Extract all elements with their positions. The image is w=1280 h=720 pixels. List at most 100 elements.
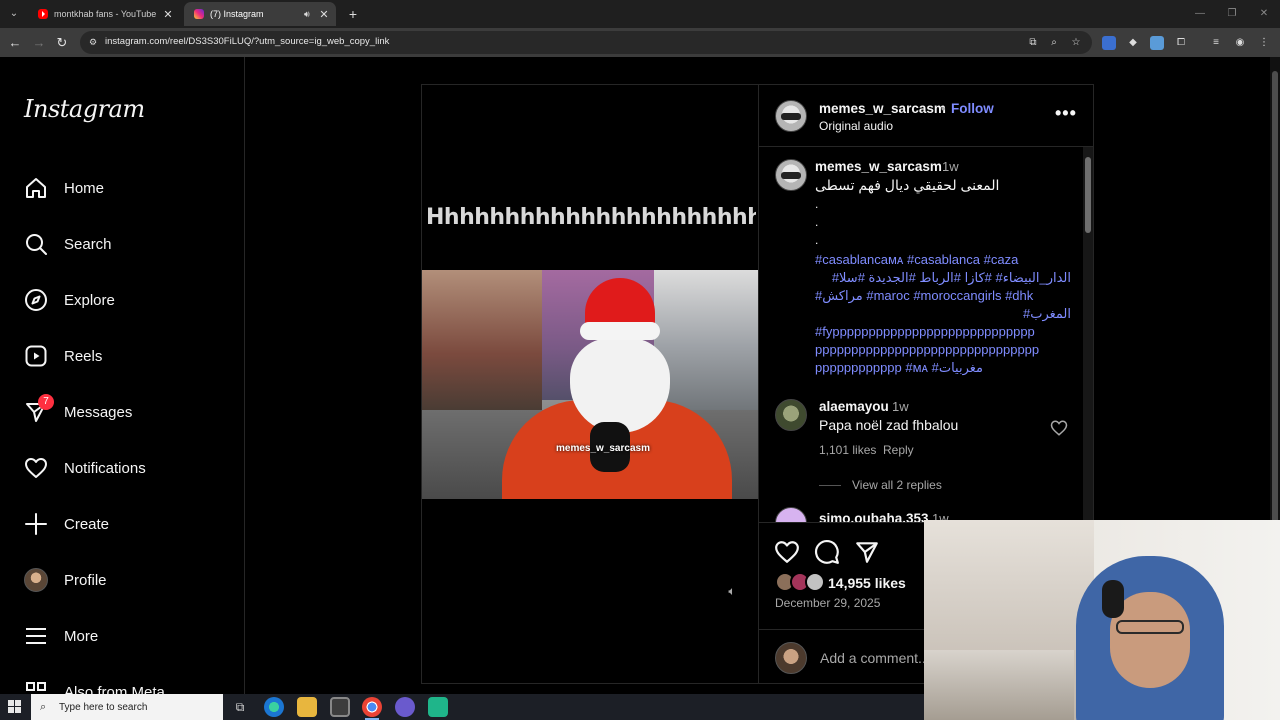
speaker-icon[interactable]: 🔊︎ [304, 9, 316, 20]
edge-icon[interactable] [264, 697, 284, 717]
hashtag-line[interactable]: المغرب# [815, 305, 1071, 323]
hashtag-line[interactable]: الدار_البيضاء# #كازا #الرباط #الجديدة #س… [815, 269, 1071, 287]
translate-extension-icon[interactable] [1102, 36, 1116, 50]
task-view-icon[interactable]: ⧉ [230, 697, 250, 717]
back-icon[interactable]: ← [5, 33, 25, 53]
sidebar-item-label: Reels [64, 347, 103, 365]
caption-dot: . [815, 215, 819, 229]
discord-icon[interactable] [395, 697, 415, 717]
close-tab-icon[interactable]: ✕ [316, 8, 332, 21]
commenter-avatar[interactable] [775, 507, 807, 522]
menu-icon [24, 624, 48, 648]
sidebar-item-profile[interactable]: Profile [24, 565, 107, 595]
forward-icon[interactable]: → [29, 33, 49, 53]
sidebar-item-label: Home [64, 179, 105, 197]
caption-avatar[interactable] [775, 159, 807, 191]
hashtag-line[interactable]: pppppppppppp #ᴍᴀ #مغربيات [815, 359, 1071, 377]
follow-button[interactable]: Follow [951, 101, 994, 116]
hashtag-line[interactable]: #مراكش #maroc #moroccangirls #dhk [815, 287, 1071, 305]
home-icon [24, 176, 48, 200]
caption-username[interactable]: memes_w_sarcasm [815, 159, 942, 174]
zoom-icon[interactable]: ⌕ [1047, 36, 1061, 50]
app-icon[interactable] [428, 697, 448, 717]
tab-title: montkhab fans - YouTube [54, 9, 157, 19]
extension-icon[interactable] [1150, 36, 1164, 50]
bookmark-star-icon[interactable]: ☆ [1069, 36, 1083, 50]
tab-youtube[interactable]: montkhab fans - YouTube ✕ [28, 2, 180, 26]
hashtag-line[interactable]: #fypppppppppppppppppppppppppppp [815, 323, 1071, 341]
audio-toggle-icon[interactable]: 🔈︎ [722, 581, 742, 601]
sidebar-item-explore[interactable]: Explore [24, 285, 115, 315]
more-options-icon[interactable]: ••• [1055, 103, 1077, 124]
like-comment-icon[interactable] [1050, 419, 1068, 437]
reload-icon[interactable]: ↻ [52, 33, 72, 53]
url-text[interactable]: instagram.com/reel/DS3S30FiLUQ/?utm_sour… [105, 36, 389, 47]
reel-video[interactable]: Hhhhhhhhhhhhhhhhhhhhhhhh memes_w_sarcasm… [421, 84, 759, 684]
tab-search-button[interactable]: ⌄ [4, 4, 24, 24]
chrome-icon[interactable] [362, 697, 382, 720]
likes-count[interactable]: 14,955 likes [828, 575, 906, 591]
sidebar-item-label: Notifications [64, 459, 146, 477]
taskbar-search-placeholder: Type here to search [59, 701, 148, 713]
windows-start-icon[interactable] [8, 700, 22, 714]
sidebar-item-messages[interactable]: 7 Messages [24, 394, 132, 427]
commenter-avatar[interactable] [775, 399, 807, 431]
sidebar-item-more[interactable]: More [24, 621, 98, 651]
youtube-icon [38, 9, 48, 19]
webcam-overlay [924, 520, 1280, 720]
author-username[interactable]: memes_w_sarcasm [819, 101, 946, 116]
extension-icon[interactable]: ◆ [1126, 36, 1140, 50]
puzzle-icon[interactable]: ⧠ [1174, 36, 1188, 50]
reply-button[interactable]: Reply [883, 443, 914, 457]
reels-icon [24, 344, 48, 368]
share-icon[interactable] [854, 539, 880, 565]
comments-section[interactable]: memes_w_sarcasm 1w المعنى لحقيقي ديال فه… [759, 147, 1093, 522]
hashtag-line[interactable]: ppppppppppppppppppppppppppppppp [815, 341, 1071, 359]
search-icon: ⌕ [40, 700, 47, 713]
profile-icon[interactable]: ◉ [1233, 36, 1247, 50]
sidebar-item-label: Create [64, 515, 110, 533]
video-frame: memes_w_sarcasm [422, 270, 759, 499]
taskbar-search[interactable]: ⌕ Type here to search [31, 694, 223, 720]
instagram-icon [194, 9, 204, 19]
close-window-button[interactable]: ✕ [1248, 0, 1280, 28]
comment-time: 1w [892, 399, 909, 414]
view-replies-button[interactable]: View all 2 replies [852, 478, 942, 492]
video-overlay-text: Hhhhhhhhhhhhhhhhhhhhhhhh [426, 205, 756, 230]
sidebar-item-home[interactable]: Home [24, 173, 104, 203]
comment-icon[interactable] [814, 539, 840, 565]
sidebar-item-search[interactable]: Search [24, 229, 112, 259]
audio-link[interactable]: Original audio [819, 119, 893, 133]
file-explorer-icon[interactable] [297, 697, 317, 717]
instagram-logo[interactable]: Instagram [24, 95, 145, 123]
restore-button[interactable]: ❐ [1216, 0, 1248, 28]
comment-input[interactable]: Add a comment... [820, 650, 930, 666]
comments-scrollbar[interactable] [1083, 147, 1093, 522]
sidebar-item-reels[interactable]: Reels [24, 341, 102, 371]
site-info-icon[interactable]: ⚙ [87, 36, 99, 48]
hashtag-line[interactable]: #casablancaᴍᴀ #casablanca #caza [815, 251, 1071, 269]
media-control-icon[interactable]: ≡ [1209, 36, 1223, 50]
sidebar-item-notifications[interactable]: Notifications [24, 453, 146, 483]
address-bar[interactable]: ⚙ instagram.com/reel/DS3S30FiLUQ/?utm_so… [80, 31, 1092, 54]
windows-taskbar: ⌕ Type here to search ⧉ [0, 694, 924, 720]
replies-divider [819, 485, 841, 486]
author-avatar[interactable] [775, 100, 807, 132]
comment-likes[interactable]: 1,101 likes [819, 443, 876, 457]
close-tab-icon[interactable]: ✕ [160, 8, 176, 21]
new-tab-button[interactable]: + [344, 5, 362, 23]
store-icon[interactable] [330, 697, 350, 717]
comment-username[interactable]: simo.oubaha.353 [819, 511, 929, 522]
kebab-menu-icon[interactable]: ⋮ [1257, 36, 1271, 50]
like-icon[interactable] [774, 539, 800, 565]
compass-icon [24, 288, 48, 312]
sidebar-item-label: Explore [64, 291, 115, 309]
sidebar-item-also-from-meta[interactable]: Also from Meta [24, 677, 165, 694]
sidebar-item-create[interactable]: Create [24, 509, 109, 539]
avatar [24, 568, 48, 592]
liker-avatars[interactable] [775, 572, 827, 592]
comment-username[interactable]: alaemayou [819, 399, 889, 414]
minimize-button[interactable]: — [1184, 0, 1216, 28]
tab-instagram[interactable]: (7) Instagram 🔊︎ ✕ [184, 2, 336, 26]
install-app-icon[interactable]: ⧉ [1026, 36, 1040, 50]
